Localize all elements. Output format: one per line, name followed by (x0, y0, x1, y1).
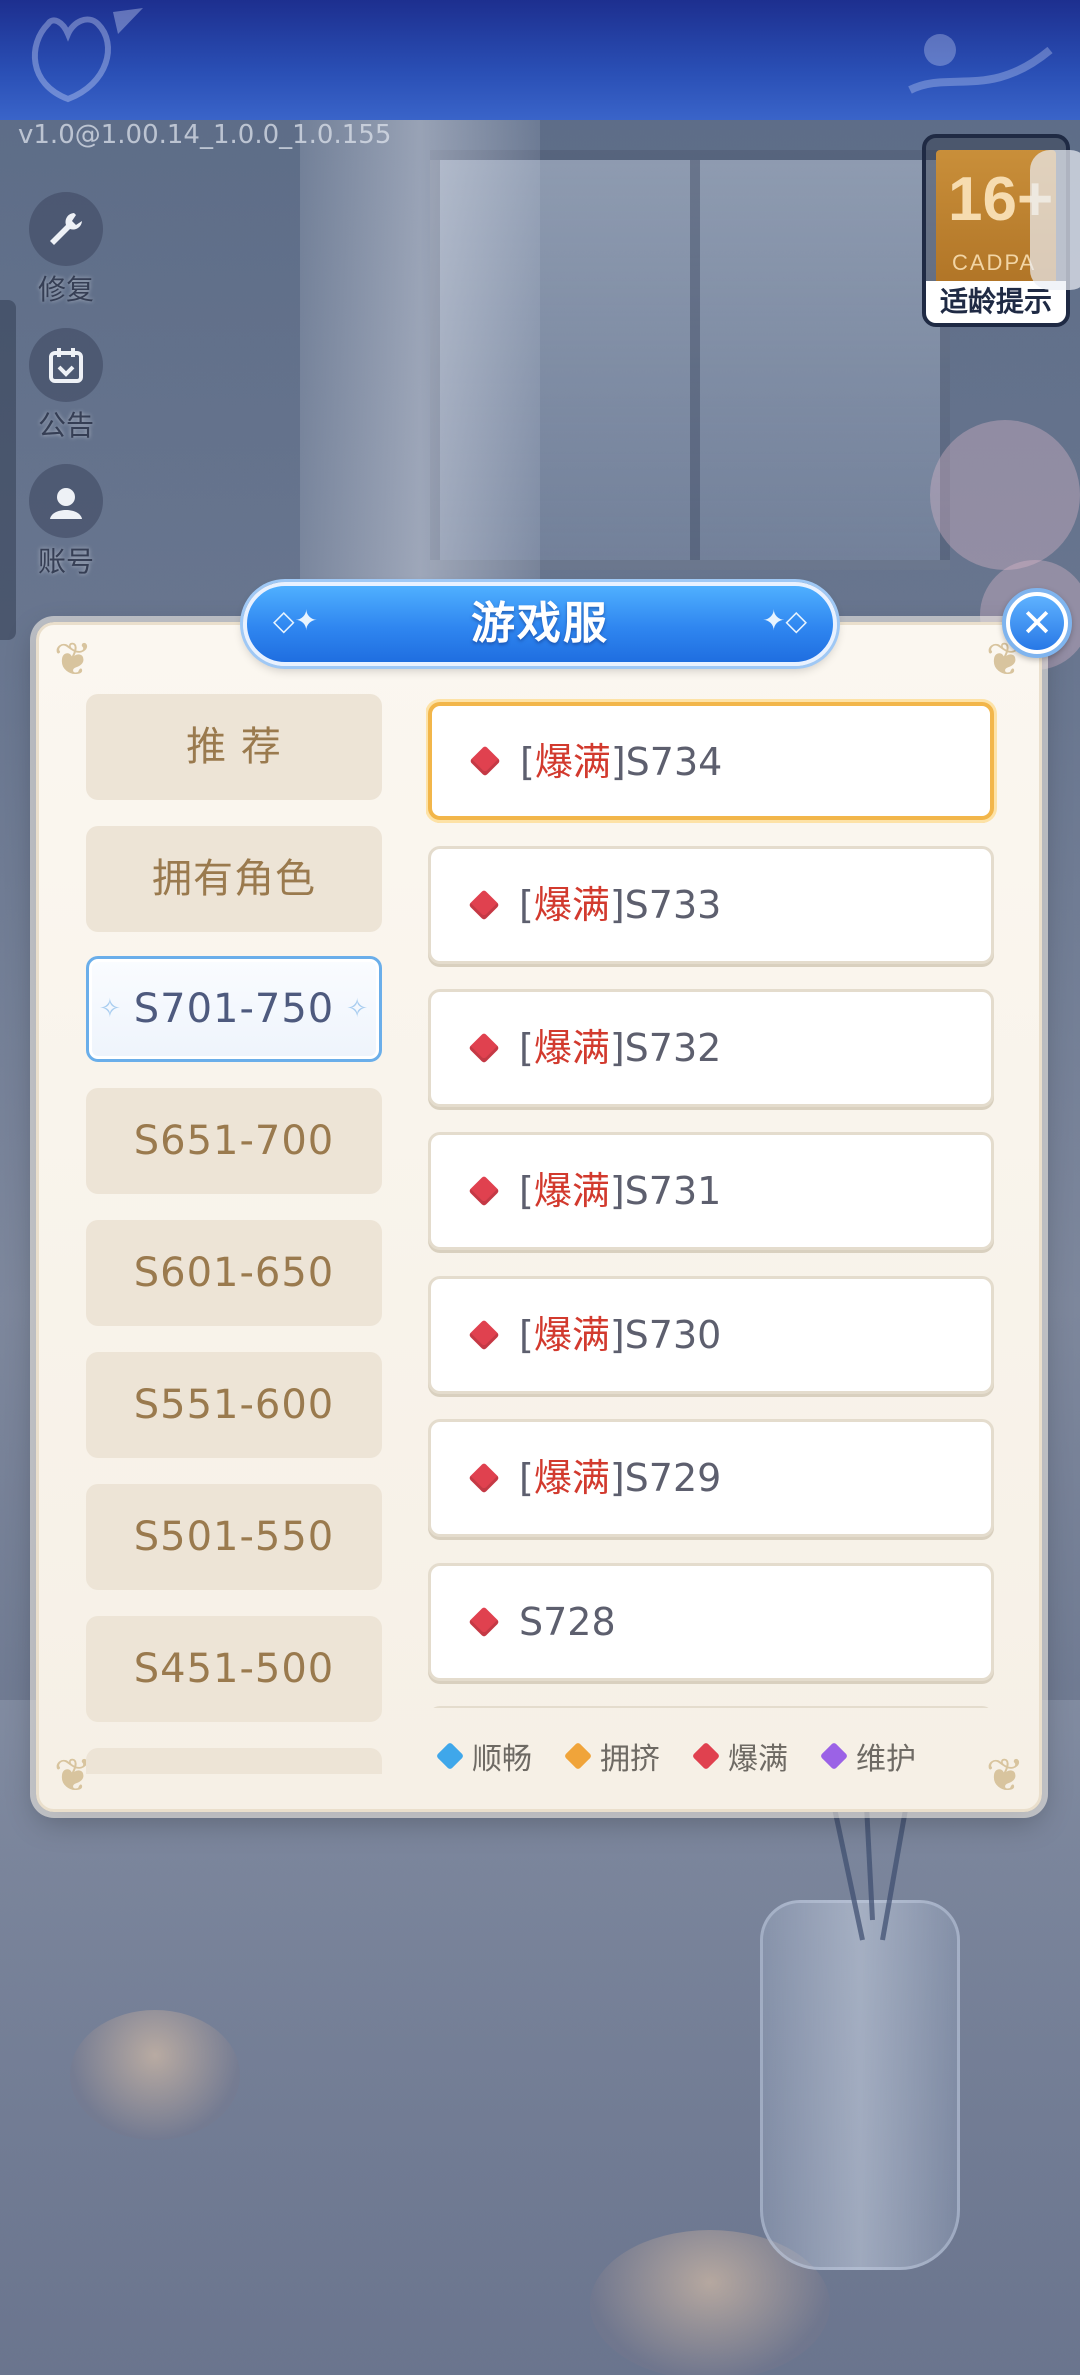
dialog-title: 游戏服 (471, 598, 609, 649)
server-status-tag: 爆满 (533, 1456, 610, 1500)
age-rating-org: CADPA (952, 250, 1037, 275)
status-smooth-icon (435, 1741, 465, 1771)
left-rail (0, 300, 16, 640)
status-full-icon (468, 1319, 500, 1351)
server-label: [爆满]S730 (519, 1313, 722, 1357)
server-label: [爆满]S731 (519, 1169, 722, 1213)
calendar-icon (29, 328, 103, 402)
server-item-s730[interactable]: [爆满]S730 (428, 1276, 994, 1394)
server-status-tag: 爆满 (533, 1313, 610, 1357)
background-blossom (930, 420, 1080, 570)
avatar-icon (29, 464, 103, 538)
server-label: [爆满]S729 (519, 1456, 722, 1500)
decoration-icon (908, 34, 1053, 94)
server-item-s733[interactable]: [爆满]S733 (428, 846, 994, 964)
sparkle-icon: ✧ (346, 994, 369, 1024)
server-name: S734 (625, 740, 723, 784)
sparkle-icon: ✦◇ (762, 604, 807, 637)
status-full-icon (468, 889, 500, 921)
sparkle-icon: ✧ (99, 994, 122, 1024)
status-legend: 顺畅 拥挤 爆满 维护 (435, 1736, 952, 1777)
repair-label: 修复 (37, 273, 94, 306)
category-s551-600[interactable]: S551-600 (86, 1352, 382, 1458)
server-name: S733 (624, 883, 722, 927)
server-name: S731 (624, 1169, 722, 1213)
category-next-peek[interactable] (86, 1748, 382, 1774)
server-name: S729 (624, 1456, 722, 1500)
game-logo-icon (32, 8, 143, 103)
server-item-s729[interactable]: [爆满]S729 (428, 1419, 994, 1537)
wrench-icon (29, 192, 103, 266)
category-s701-750[interactable]: ✧ S701-750 ✧ (86, 956, 382, 1062)
side-pull-tab[interactable] (1030, 150, 1080, 290)
server-name: S730 (624, 1313, 722, 1357)
server-label: [爆满]S732 (519, 1026, 722, 1070)
repair-button[interactable]: 修复 (24, 192, 108, 308)
server-label: [爆满]S734 (520, 740, 723, 784)
category-recommend[interactable]: 推 荐 (86, 694, 382, 800)
top-bar (0, 0, 1080, 120)
server-status-tag: 爆满 (533, 1169, 610, 1213)
legend-item: 顺畅 (435, 1736, 532, 1777)
background-vase (760, 1900, 960, 2270)
category-label: S701-750 (133, 986, 335, 1032)
category-s501-550[interactable]: S501-550 (86, 1484, 382, 1590)
account-label: 账号 (37, 545, 94, 578)
legend-label: 维护 (856, 1742, 916, 1777)
category-s651-700[interactable]: S651-700 (86, 1088, 382, 1194)
close-icon: ✕ (1010, 596, 1064, 650)
server-status-tag: 爆满 (533, 1026, 610, 1070)
legend-label: 爆满 (728, 1742, 788, 1777)
close-button[interactable]: ✕ (1002, 588, 1072, 658)
legend-label: 拥挤 (600, 1742, 660, 1777)
status-full-icon (691, 1741, 721, 1771)
status-full-icon (469, 745, 501, 777)
server-status-tag: 爆满 (533, 883, 610, 927)
server-item-s731[interactable]: [爆满]S731 (428, 1132, 994, 1250)
sparkle-icon: ◇✦ (273, 604, 318, 637)
version-label: v1.0@1.00.14_1.0.0_1.0.155 (18, 120, 392, 150)
category-owned-characters[interactable]: 拥有角色 (86, 826, 382, 932)
announcement-button[interactable]: 公告 (24, 328, 108, 444)
category-list[interactable]: 推 荐 拥有角色 ✧ S701-750 ✧ S651-700 S601-650 … (86, 694, 382, 1774)
dialog-title-banner: ◇✦ 游戏服 ✦◇ (243, 582, 837, 666)
server-item-next-peek[interactable] (428, 1706, 994, 1708)
server-name: S732 (624, 1026, 722, 1070)
server-name: S728 (519, 1600, 616, 1644)
legend-label: 顺畅 (472, 1742, 532, 1777)
server-label: [爆满]S733 (519, 883, 722, 927)
corner-ornament-icon: ❦ (985, 1748, 1025, 1802)
server-label: S728 (519, 1566, 616, 1678)
announcement-label: 公告 (37, 409, 94, 442)
status-full-icon (468, 1606, 500, 1638)
server-list[interactable]: [爆满]S734 [爆满]S733 [爆满]S732 [爆满]S731 [爆满]… (426, 698, 998, 1708)
server-status-tag: 爆满 (534, 740, 611, 784)
server-item-s728[interactable]: S728 (428, 1563, 994, 1681)
status-full-icon (468, 1032, 500, 1064)
status-full-icon (468, 1175, 500, 1207)
status-maintenance-icon (819, 1741, 849, 1771)
server-item-s732[interactable]: [爆满]S732 (428, 989, 994, 1107)
legend-item: 爆满 (691, 1736, 788, 1777)
server-item-s734[interactable]: [爆满]S734 (428, 702, 994, 820)
legend-item: 拥挤 (563, 1736, 660, 1777)
corner-ornament-icon: ❦ (53, 632, 93, 686)
category-s601-650[interactable]: S601-650 (86, 1220, 382, 1326)
status-crowded-icon (563, 1741, 593, 1771)
background-candle (70, 2010, 240, 2140)
status-full-icon (468, 1462, 500, 1494)
category-s451-500[interactable]: S451-500 (86, 1616, 382, 1722)
account-button[interactable]: 账号 (24, 464, 108, 580)
legend-item: 维护 (819, 1736, 916, 1777)
